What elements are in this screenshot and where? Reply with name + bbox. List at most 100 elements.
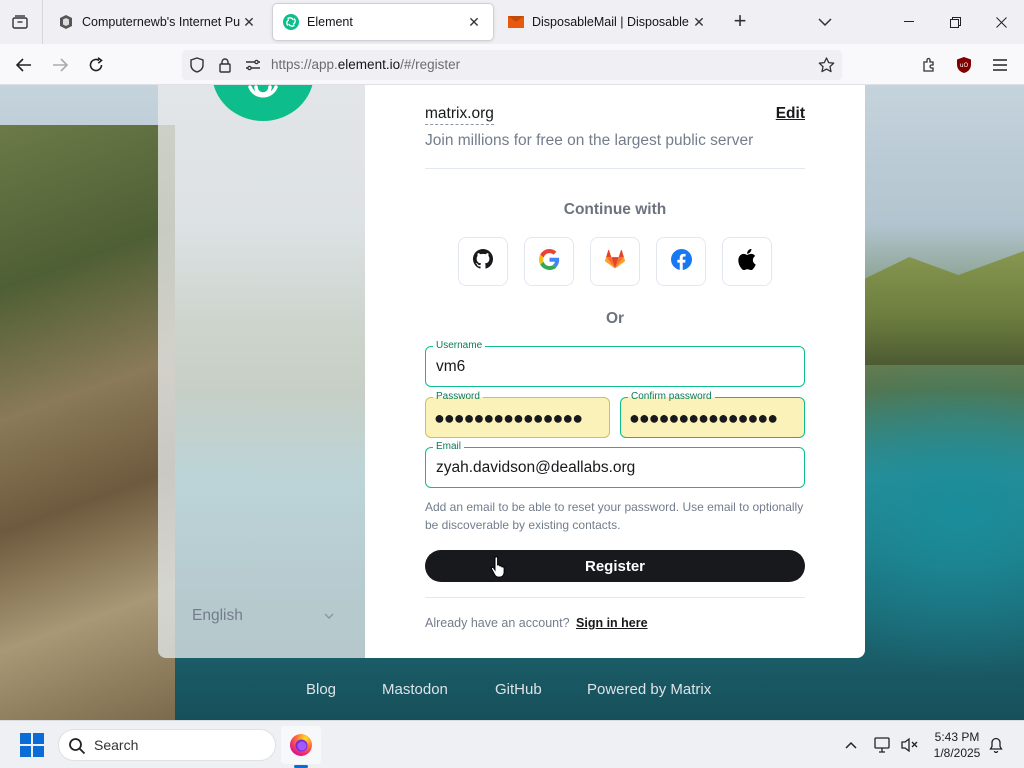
footer-link-powered-by-matrix[interactable]: Powered by Matrix xyxy=(587,681,711,698)
continue-with-heading: Continue with xyxy=(563,201,667,218)
auth-sidebar: English xyxy=(158,85,365,658)
close-tab-icon[interactable]: ✕ xyxy=(690,13,708,31)
url-prefix: https://app. xyxy=(271,57,338,72)
signin-prompt: Already have an account? Sign in here xyxy=(425,616,648,630)
facebook-icon xyxy=(670,248,692,275)
element-logo-icon xyxy=(212,85,314,121)
chevron-down-icon[interactable] xyxy=(813,10,837,34)
confirm-password-label: Confirm password xyxy=(628,391,715,403)
signin-prompt-text: Already have an account? xyxy=(425,616,570,630)
divider xyxy=(425,168,805,169)
server-description: Join millions for free on the largest pu… xyxy=(425,132,754,149)
firefox-icon xyxy=(290,734,312,756)
background-hills xyxy=(860,251,1024,365)
tab-separator xyxy=(42,0,43,44)
close-tab-icon[interactable]: ✕ xyxy=(240,13,258,31)
hand-cursor-icon xyxy=(490,556,505,578)
windows-start-icon[interactable] xyxy=(20,733,44,757)
google-icon xyxy=(538,248,560,275)
url-text[interactable]: https://app.element.io/#/register xyxy=(271,57,460,72)
tab-disposablemail[interactable]: DisposableMail | Disposable Ten ✕ xyxy=(498,4,718,40)
github-icon xyxy=(473,249,494,274)
taskbar-search-text: Search xyxy=(94,737,139,753)
bookmark-star-icon[interactable] xyxy=(816,55,836,75)
pub-hub-icon xyxy=(58,14,74,30)
navigation-bar: https://app.element.io/#/register uO xyxy=(0,44,1024,85)
taskbar-search[interactable]: Search xyxy=(58,729,276,761)
page-background: English matrix.org Edit Join millions fo… xyxy=(0,85,1024,720)
email-help-text: Add an email to be able to reset your pa… xyxy=(425,500,804,532)
extensions-icon[interactable] xyxy=(916,52,942,78)
ublock-origin-icon[interactable]: uO xyxy=(951,52,977,78)
tab-list-icon[interactable] xyxy=(8,10,32,34)
register-form-card: matrix.org Edit Join millions for free o… xyxy=(365,85,865,658)
confirm-password-field[interactable]: Confirm password ●●●●●●●●●●●●●●● xyxy=(620,391,805,438)
sso-facebook-button[interactable] xyxy=(656,237,706,286)
tab-title: Computernewb's Internet Pub H xyxy=(82,15,240,29)
minimize-button[interactable] xyxy=(886,0,932,44)
tab-title: DisposableMail | Disposable Ten xyxy=(532,15,690,29)
email-field[interactable]: Email xyxy=(425,441,805,488)
chevron-up-icon[interactable] xyxy=(841,735,861,755)
clock-date: 1/8/2025 xyxy=(933,746,981,760)
email-label: Email xyxy=(433,441,465,453)
language-selector[interactable]: English xyxy=(192,607,243,625)
lock-icon[interactable] xyxy=(216,56,234,74)
address-bar[interactable]: https://app.element.io/#/register xyxy=(182,50,842,80)
divider xyxy=(425,597,805,598)
firefox-taskbar-button[interactable] xyxy=(281,726,321,764)
email-input[interactable] xyxy=(436,459,798,477)
background-mountain xyxy=(0,125,175,720)
new-tab-button[interactable]: + xyxy=(728,10,752,34)
sso-github-button[interactable] xyxy=(458,237,508,286)
signin-link[interactable]: Sign in here xyxy=(576,616,648,630)
permissions-icon[interactable] xyxy=(244,56,262,74)
chevron-down-icon[interactable] xyxy=(322,609,336,623)
tab-title: Element xyxy=(307,15,353,29)
footer-links: Blog Mastodon GitHub Powered by Matrix xyxy=(306,681,711,698)
svg-text:uO: uO xyxy=(960,62,969,69)
footer-link-blog[interactable]: Blog xyxy=(306,681,382,698)
sso-gitlab-button[interactable] xyxy=(590,237,640,286)
back-button[interactable] xyxy=(11,52,37,78)
sso-buttons xyxy=(458,237,772,286)
forward-button[interactable] xyxy=(47,52,73,78)
sso-apple-button[interactable] xyxy=(722,237,772,286)
close-tab-icon[interactable]: ✕ xyxy=(465,13,483,31)
password-label: Password xyxy=(433,391,483,403)
footer-link-github[interactable]: GitHub xyxy=(495,681,587,698)
confirm-password-input[interactable]: ●●●●●●●●●●●●●●● xyxy=(629,408,798,428)
tab-bar: Computernewb's Internet Pub H ✕ Element … xyxy=(0,0,1024,44)
system-clock[interactable]: 5:43 PM 1/8/2025 xyxy=(926,729,988,761)
apple-icon xyxy=(738,248,756,275)
homeserver-name[interactable]: matrix.org xyxy=(425,105,494,125)
tab-element[interactable]: Element ✕ xyxy=(273,4,493,40)
windows-taskbar: Search 5:43 PM 1/8/2025 xyxy=(0,720,1024,768)
volume-muted-icon[interactable] xyxy=(899,735,919,755)
username-label: Username xyxy=(433,340,486,352)
hamburger-menu-icon[interactable] xyxy=(987,52,1013,78)
reload-button[interactable] xyxy=(83,52,109,78)
password-field[interactable]: Password ●●●●●●●●●●●●●●● xyxy=(425,391,610,438)
password-input[interactable]: ●●●●●●●●●●●●●●● xyxy=(434,408,603,428)
url-path: /#/register xyxy=(400,57,461,72)
url-domain: element.io xyxy=(337,57,401,72)
restore-button[interactable] xyxy=(932,0,978,44)
username-field[interactable]: Username xyxy=(425,340,805,387)
network-icon[interactable] xyxy=(873,735,893,755)
notification-bell-icon[interactable] xyxy=(986,735,1006,755)
search-icon xyxy=(69,738,86,755)
element-logo-icon xyxy=(283,14,299,30)
sso-google-button[interactable] xyxy=(524,237,574,286)
username-input[interactable] xyxy=(436,358,798,376)
footer-link-mastodon[interactable]: Mastodon xyxy=(382,681,495,698)
close-window-button[interactable] xyxy=(978,0,1024,44)
tab-computernewb[interactable]: Computernewb's Internet Pub H ✕ xyxy=(48,4,268,40)
or-separator: Or xyxy=(605,310,625,327)
register-button[interactable]: Register xyxy=(425,550,805,582)
edit-server-link[interactable]: Edit xyxy=(776,105,805,123)
clock-time: 5:43 PM xyxy=(934,730,980,744)
shield-icon[interactable] xyxy=(188,56,206,74)
gitlab-icon xyxy=(604,249,626,274)
disposablemail-icon xyxy=(508,14,524,30)
